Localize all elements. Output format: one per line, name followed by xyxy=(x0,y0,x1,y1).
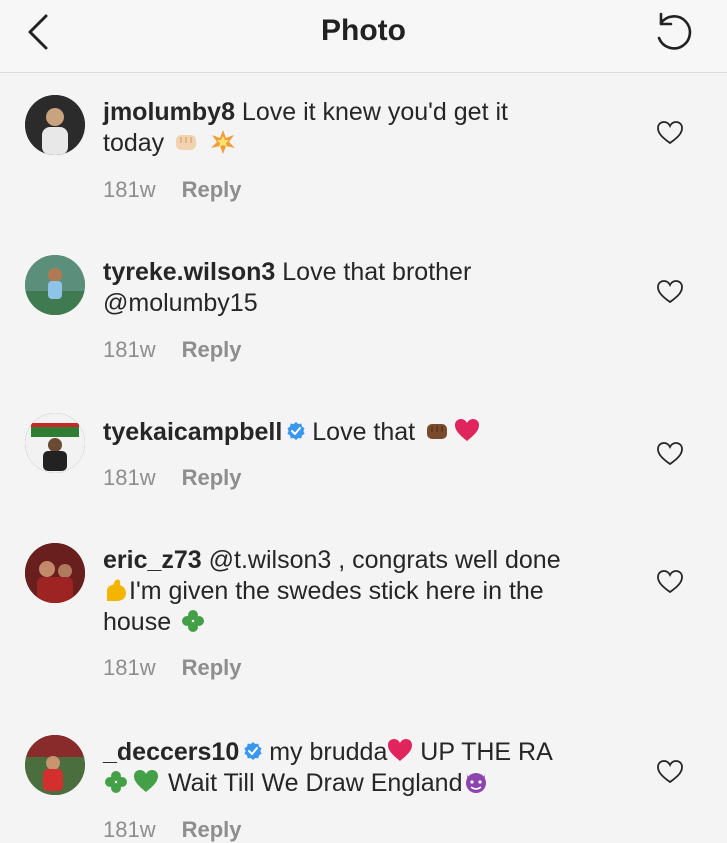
comment-text: _deccers10 my brudda UP THE RA Wait Till… xyxy=(103,738,553,797)
shamrock-emoji xyxy=(105,771,127,793)
avatar[interactable] xyxy=(25,413,85,473)
reply-button[interactable]: Reply xyxy=(182,465,242,490)
collision-emoji xyxy=(211,130,236,154)
page-title: Photo xyxy=(321,14,406,47)
top-bar: Photo xyxy=(0,0,727,73)
comment-time: 181w xyxy=(103,465,156,490)
mention-link[interactable]: @molumby15 xyxy=(103,289,258,317)
comment-meta: 181w Reply xyxy=(103,817,242,843)
imp-emoji xyxy=(465,773,486,793)
reply-button[interactable]: Reply xyxy=(182,817,242,842)
reply-button[interactable]: Reply xyxy=(182,655,242,680)
comment-text: jmolumby8 Love it knew you'd get it toda… xyxy=(103,98,508,157)
fist-emoji xyxy=(176,135,197,150)
comment-username[interactable]: tyekaicampbell xyxy=(103,418,282,446)
comment-username[interactable]: tyreke.wilson3 xyxy=(103,258,275,286)
comment-text: tyekaicampbell Love that xyxy=(103,417,633,448)
comment-item: tyekaicampbell Love that 181w Reply xyxy=(0,413,727,513)
comment-meta: 181w Reply xyxy=(103,655,242,681)
reply-button[interactable]: Reply xyxy=(182,177,242,202)
comment-meta: 181w Reply xyxy=(103,177,242,203)
comment-item: jmolumby8 Love it knew you'd get it toda… xyxy=(0,95,727,215)
red-heart-emoji xyxy=(455,419,480,441)
comment-time: 181w xyxy=(103,177,156,202)
comment-username[interactable]: jmolumby8 xyxy=(103,98,235,126)
like-heart-icon[interactable] xyxy=(656,441,684,467)
comment-time: 181w xyxy=(103,655,156,680)
refresh-icon[interactable] xyxy=(651,10,697,56)
avatar[interactable] xyxy=(25,95,85,155)
flexed-biceps-emoji xyxy=(107,579,126,601)
shamrock-emoji xyxy=(182,610,205,632)
comment-text: eric_z73 @t.wilson3 , congrats well done… xyxy=(103,546,561,636)
like-heart-icon[interactable] xyxy=(656,120,684,146)
fist-emoji xyxy=(427,424,448,439)
like-heart-icon[interactable] xyxy=(656,279,684,305)
comment-item: tyreke.wilson3 Love that brother @molumb… xyxy=(0,255,727,375)
avatar[interactable] xyxy=(25,735,85,795)
like-heart-icon[interactable] xyxy=(656,759,684,785)
comment-item: _deccers10 my brudda UP THE RA Wait Till… xyxy=(0,735,727,842)
green-heart-emoji xyxy=(134,770,158,792)
comment-item: eric_z73 @t.wilson3 , congrats well done… xyxy=(0,543,727,693)
verified-badge-icon xyxy=(244,742,262,760)
red-heart-emoji xyxy=(388,739,413,761)
verified-badge-icon xyxy=(287,422,305,440)
comment-time: 181w xyxy=(103,817,156,842)
avatar[interactable] xyxy=(25,255,85,315)
comment-username[interactable]: _deccers10 xyxy=(103,738,239,766)
mention-link[interactable]: @t.wilson3 xyxy=(202,546,332,574)
like-heart-icon[interactable] xyxy=(656,569,684,595)
comment-text: tyreke.wilson3 Love that brother @molumb… xyxy=(103,258,472,317)
comment-time: 181w xyxy=(103,337,156,362)
comment-username[interactable]: eric_z73 xyxy=(103,546,202,574)
comment-meta: 181w Reply xyxy=(103,337,242,363)
reply-button[interactable]: Reply xyxy=(182,337,242,362)
avatar[interactable] xyxy=(25,543,85,603)
comment-meta: 181w Reply xyxy=(103,465,242,491)
